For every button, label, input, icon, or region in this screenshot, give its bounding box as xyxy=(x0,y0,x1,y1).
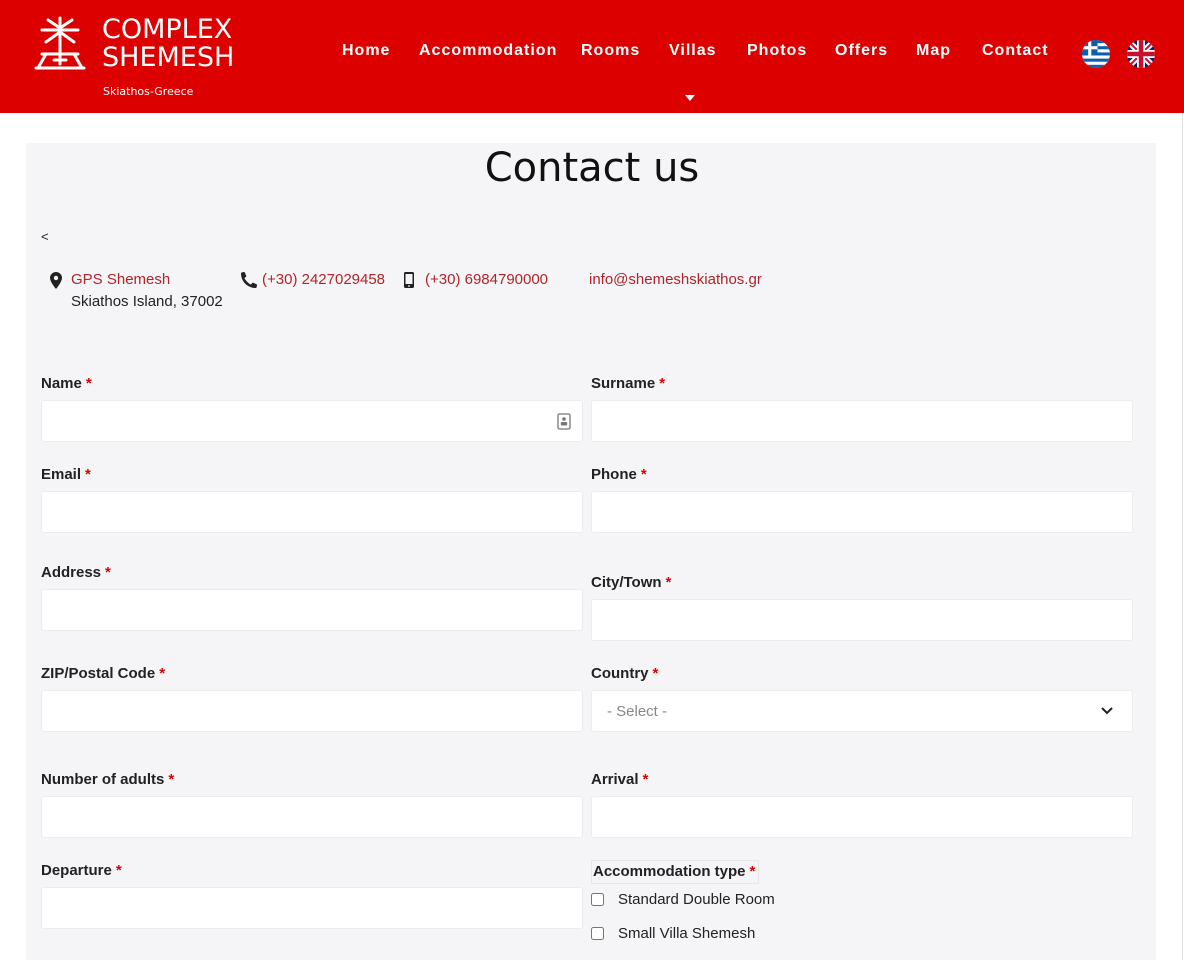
nav-offers[interactable]: Offers xyxy=(835,42,888,60)
country-select[interactable]: - Select - xyxy=(591,690,1133,732)
name-input[interactable] xyxy=(41,400,583,442)
departure-label: Departure * xyxy=(41,862,122,879)
city-label: City/Town * xyxy=(591,574,672,591)
site-logo[interactable]: COMPLEX SHEMESH Skiathos-Greece xyxy=(34,14,264,104)
logo-text-line2: SHEMESH xyxy=(102,42,235,73)
uk-flag-icon[interactable] xyxy=(1127,40,1155,68)
adults-label: Number of adults * xyxy=(41,771,175,788)
map-marker-icon xyxy=(50,272,62,289)
address-text: Skiathos Island, 37002 xyxy=(71,293,223,310)
surname-label: Surname * xyxy=(591,375,666,392)
nav-villas[interactable]: Villas xyxy=(669,42,717,60)
mobile-link[interactable]: (+30) 6984790000 xyxy=(425,271,548,288)
nav-rooms[interactable]: Rooms xyxy=(581,42,640,60)
email-input[interactable] xyxy=(41,491,583,533)
departure-input[interactable] xyxy=(41,887,583,929)
mobile-phone-icon xyxy=(404,272,414,288)
nav-accommodation[interactable]: Accommodation xyxy=(419,42,557,60)
logo-text-line1: COMPLEX xyxy=(102,14,233,45)
back-link[interactable]: < xyxy=(41,229,49,244)
phone-label: Phone * xyxy=(591,466,647,483)
email-link[interactable]: info@shemeshskiathos.gr xyxy=(589,271,762,288)
nav-photos[interactable]: Photos xyxy=(747,42,807,60)
phone-icon xyxy=(241,272,257,288)
phone-input[interactable] xyxy=(591,491,1133,533)
accommodation-type-label: Accommodation type * xyxy=(591,860,760,884)
logo-tagline: Skiathos-Greece xyxy=(103,85,194,98)
address-input[interactable] xyxy=(41,589,583,631)
standard-double-room-checkbox[interactable] xyxy=(591,893,604,906)
nav-map[interactable]: Map xyxy=(916,42,951,60)
greek-flag-icon[interactable] xyxy=(1082,40,1110,68)
email-label: Email * xyxy=(41,466,91,483)
small-villa-shemesh-checkbox[interactable] xyxy=(591,927,604,940)
address-label: Address * xyxy=(41,564,111,581)
page-gutter xyxy=(1156,143,1184,960)
phone-link[interactable]: (+30) 2427029458 xyxy=(262,271,385,288)
small-villa-shemesh-label: Small Villa Shemesh xyxy=(618,925,756,942)
zip-label: ZIP/Postal Code * xyxy=(41,665,166,682)
palm-tree-logo-icon xyxy=(34,16,86,70)
chevron-down-icon xyxy=(1101,707,1113,715)
country-select-value: - Select - xyxy=(607,703,668,720)
standard-double-room-label: Standard Double Room xyxy=(618,891,775,908)
zip-input[interactable] xyxy=(41,690,583,732)
site-header: COMPLEX SHEMESH Skiathos-Greece Home Acc… xyxy=(0,0,1184,113)
arrival-input[interactable] xyxy=(591,796,1133,838)
surname-input[interactable] xyxy=(591,400,1133,442)
arrival-label: Arrival * xyxy=(591,771,649,788)
name-label: Name * xyxy=(41,375,92,392)
scrollbar-edge[interactable] xyxy=(1182,113,1183,960)
caret-down-icon[interactable] xyxy=(685,95,695,101)
nav-contact[interactable]: Contact xyxy=(982,42,1049,60)
nav-home[interactable]: Home xyxy=(342,42,390,60)
adults-input[interactable] xyxy=(41,796,583,838)
gps-link[interactable]: GPS Shemesh xyxy=(71,271,170,288)
contact-card-icon[interactable] xyxy=(557,413,571,430)
city-input[interactable] xyxy=(591,599,1133,641)
country-label: Country * xyxy=(591,665,659,682)
page-title: Contact us xyxy=(484,145,700,191)
